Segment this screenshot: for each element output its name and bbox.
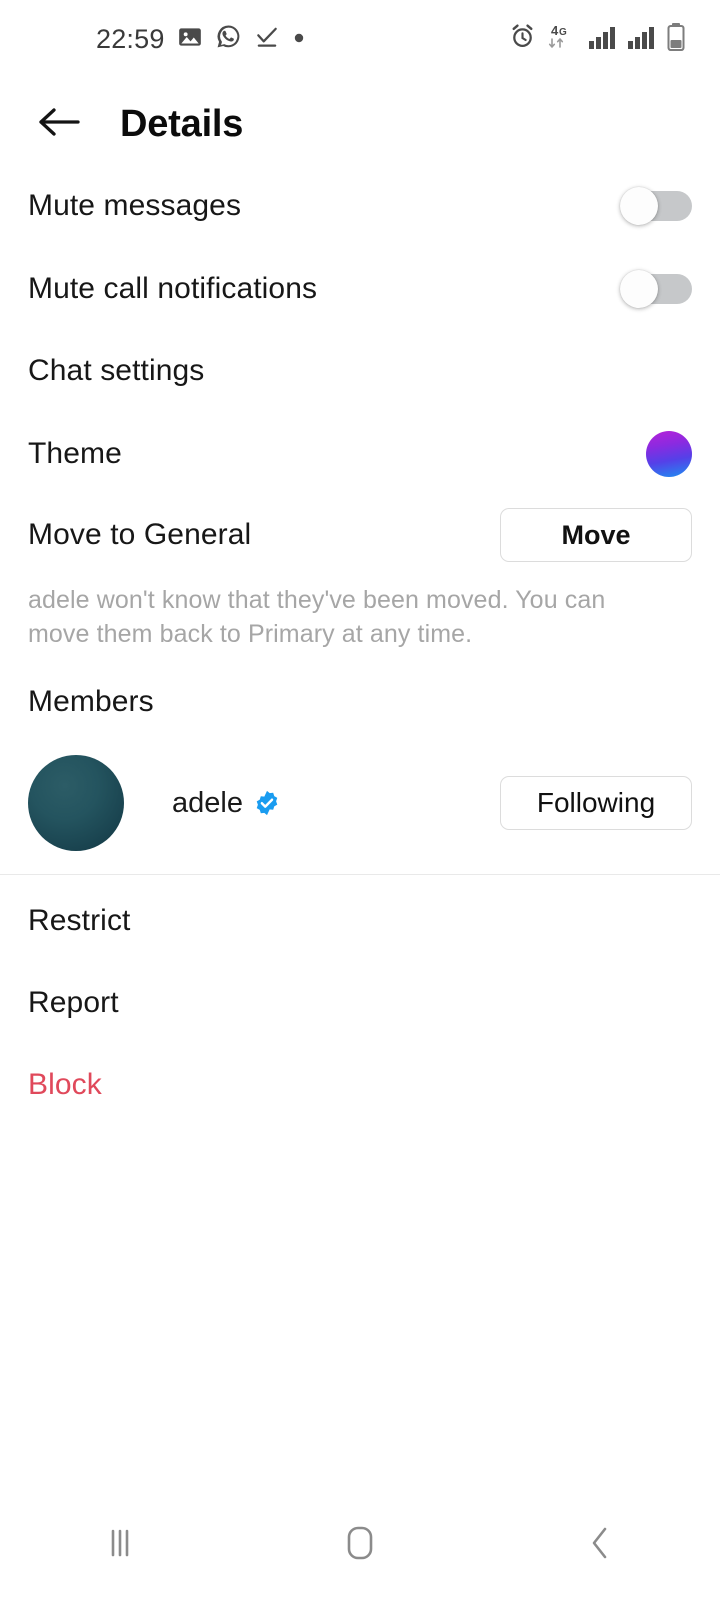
app-header: Details: [0, 78, 720, 170]
row-theme[interactable]: Theme: [0, 428, 720, 480]
arrow-left-icon: [36, 105, 82, 144]
verified-badge-icon: [253, 789, 281, 817]
move-to-general-label: Move to General: [28, 518, 252, 551]
toggle-knob: [620, 187, 658, 225]
members-heading: Members: [0, 678, 720, 726]
mute-call-notifications-label: Mute call notifications: [28, 272, 318, 305]
move-button[interactable]: Move: [500, 508, 692, 562]
nav-recents-button[interactable]: [60, 1505, 180, 1585]
theme-label: Theme: [28, 437, 122, 470]
block-label: Block: [28, 1068, 102, 1101]
alarm-icon: [509, 23, 536, 55]
svg-text:G: G: [559, 27, 567, 38]
section-divider: [0, 874, 720, 875]
nav-back-button[interactable]: [540, 1505, 660, 1585]
whatsapp-icon: [215, 23, 242, 55]
status-bar: 22:59 4 G: [0, 0, 720, 78]
chevron-left-icon: [585, 1524, 615, 1567]
following-button[interactable]: Following: [500, 776, 692, 830]
theme-color-swatch[interactable]: [646, 431, 692, 477]
mute-messages-toggle[interactable]: [620, 187, 692, 225]
mute-call-notifications-toggle[interactable]: [620, 270, 692, 308]
avatar[interactable]: [28, 755, 124, 851]
row-mute-call-notifications[interactable]: Mute call notifications: [0, 261, 720, 317]
chat-settings-label: Chat settings: [28, 354, 205, 387]
header-back-button[interactable]: [28, 93, 90, 155]
report-label: Report: [28, 986, 119, 1019]
home-icon: [342, 1523, 378, 1568]
member-name: adele: [172, 786, 243, 819]
members-label: Members: [28, 685, 154, 718]
nav-home-button[interactable]: [300, 1505, 420, 1585]
action-report[interactable]: Report: [0, 977, 720, 1029]
action-restrict[interactable]: Restrict: [0, 895, 720, 947]
signal-bars-icon: [627, 24, 657, 55]
member-identity: adele: [172, 787, 500, 820]
recents-icon: [105, 1525, 135, 1566]
network-4g-icon: 4 G: [545, 22, 579, 57]
battery-icon: [666, 22, 686, 57]
page-title: Details: [120, 102, 244, 145]
restrict-label: Restrict: [28, 904, 131, 937]
move-helper-text: adele won't know that they've been moved…: [28, 586, 606, 648]
mute-messages-label: Mute messages: [28, 189, 242, 222]
status-bar-clock: 22:59: [96, 23, 165, 54]
action-block[interactable]: Block: [0, 1059, 720, 1111]
status-bar-right: 4 G: [509, 22, 686, 57]
gallery-icon: [177, 24, 203, 55]
system-nav-bar: [0, 1490, 720, 1600]
toggle-knob: [620, 270, 658, 308]
checkmark-underline-icon: [254, 24, 280, 55]
svg-text:4: 4: [551, 23, 559, 38]
row-move-to-general: Move to General Move: [0, 507, 720, 563]
status-bar-left: 22:59: [96, 23, 306, 55]
phone-screen: 22:59 4 G Details Mute messages Mute cal…: [0, 0, 720, 1600]
dot-icon: [292, 30, 306, 49]
signal-bars-icon: [588, 24, 618, 55]
table-row[interactable]: adele Following: [0, 755, 720, 851]
row-mute-messages[interactable]: Mute messages: [0, 178, 720, 234]
chat-settings-heading: Chat settings: [0, 347, 720, 395]
